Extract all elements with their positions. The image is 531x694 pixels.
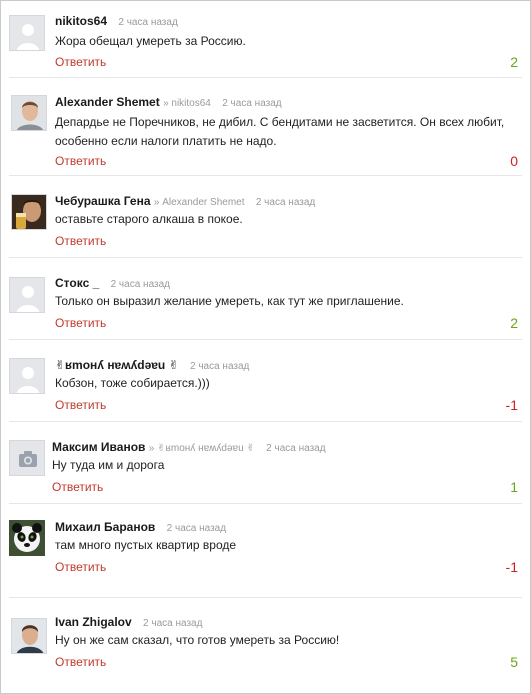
comment-score: 0 <box>510 153 518 169</box>
comment-score: 2 <box>510 54 518 70</box>
comment-author[interactable]: Стокс _ <box>55 276 99 290</box>
comment-time: 2 часа назад <box>255 197 316 208</box>
comment-text: Ну он же сам сказал, что готов умереть з… <box>55 633 340 647</box>
photo-young-man-avatar-icon[interactable] <box>11 618 47 654</box>
comment-item: Чебурашка Гена » Alexander Shemet 2 часа… <box>1 176 530 257</box>
comment-text: Жора обещал умереть за Россию. <box>55 34 246 48</box>
comment-time: 2 часа назад <box>266 443 326 454</box>
comment-author[interactable]: Максим Иванов <box>52 440 145 454</box>
comment-text: там много пустых квартир вроде <box>55 538 237 552</box>
reply-link[interactable]: Ответить <box>55 154 106 168</box>
reply-to-user[interactable]: » ✌ʁmонʎ нɐʍʎdəɐu ✌ <box>149 443 255 454</box>
reply-link[interactable]: Ответить <box>55 655 106 669</box>
comment-author[interactable]: nikitos64 <box>55 14 107 28</box>
reply-link[interactable]: Ответить <box>55 560 106 574</box>
comment-text: Кобзон, тоже собирается.))) <box>55 376 210 390</box>
comment-author[interactable]: Ivan Zhigalov <box>55 615 132 629</box>
comment-text: Только он выразил желание умереть, как т… <box>55 294 404 308</box>
comment-item: Стокс _ 2 часа назад Только он выразил ж… <box>1 258 530 339</box>
comment-time: 2 часа назад <box>166 523 227 534</box>
photo-man-avatar-icon[interactable] <box>11 95 47 131</box>
comment-text: оставьте старого алкаша в покое. <box>55 212 243 226</box>
comment-item: Alexander Shemet » nikitos64 2 часа наза… <box>1 78 530 175</box>
comment-item: Максим Иванов » ✌ʁmонʎ нɐʍʎdəɐu ✌ 2 часа… <box>1 422 530 503</box>
comment-score: 5 <box>510 654 518 670</box>
reply-link[interactable]: Ответить <box>55 316 106 330</box>
panda-avatar-icon[interactable] <box>9 520 45 556</box>
comment-item: Ivan Zhigalov 2 часа назад Ну он же сам … <box>1 598 530 693</box>
comment-time: 2 часа назад <box>118 17 178 28</box>
comment-author[interactable]: Михаил Баранов <box>55 520 155 534</box>
reply-link[interactable]: Ответить <box>52 480 103 494</box>
comment-item: Михаил Баранов 2 часа назад там много пу… <box>1 504 530 597</box>
reply-link[interactable]: Ответить <box>55 234 106 248</box>
comment-time: 2 часа назад <box>110 279 170 290</box>
comment-author[interactable]: ✌ʁmонʎ нɐʍʎdəɐu ✌ <box>55 358 179 372</box>
camera-avatar-icon[interactable] <box>9 440 45 476</box>
comment-score: -1 <box>505 559 518 575</box>
default-avatar-icon[interactable] <box>9 277 45 313</box>
comment-time: 2 часа назад <box>222 98 282 109</box>
comment-time: 2 часа назад <box>143 618 203 629</box>
comment-text: Депардье не Поречников, не дибил. С бенд… <box>55 115 505 148</box>
reply-to-user[interactable]: » Alexander Shemet <box>154 197 245 208</box>
comment-text: Ну туда им и дорога <box>52 458 165 472</box>
reply-link[interactable]: Ответить <box>55 398 106 412</box>
comment-author[interactable]: Alexander Shemet <box>55 95 160 109</box>
default-avatar-icon[interactable] <box>9 358 45 394</box>
comments-panel: nikitos64 2 часа назад Жора обещал умере… <box>0 0 531 694</box>
comment-item: ✌ʁmонʎ нɐʍʎdəɐu ✌ 2 часа назад Кобзон, т… <box>1 340 530 421</box>
default-avatar-icon[interactable] <box>9 15 45 51</box>
photo-drinking-avatar-icon[interactable] <box>11 194 47 230</box>
comment-score: 1 <box>510 479 518 495</box>
reply-to-user[interactable]: » nikitos64 <box>163 98 211 109</box>
comment-author[interactable]: Чебурашка Гена <box>55 194 151 208</box>
comment-score: 2 <box>510 315 518 331</box>
comment-item: nikitos64 2 часа назад Жора обещал умере… <box>1 1 530 77</box>
comment-time: 2 часа назад <box>189 361 250 372</box>
comment-score: -1 <box>505 397 518 413</box>
reply-link[interactable]: Ответить <box>55 55 106 69</box>
